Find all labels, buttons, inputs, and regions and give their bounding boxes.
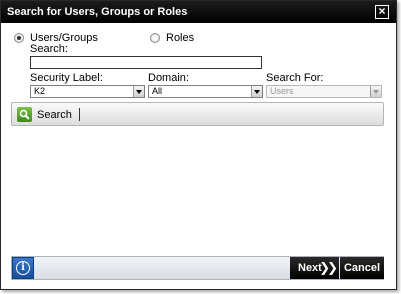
search-dialog: Search for Users, Groups or Roles × User… — [0, 0, 397, 290]
info-button[interactable]: i — [12, 257, 34, 279]
security-label-label: Security Label: — [30, 72, 103, 84]
security-label-value: K2 — [34, 86, 46, 96]
radio-roles-label: Roles — [166, 32, 195, 44]
radio-roles-circle[interactable] — [150, 33, 160, 43]
dialog-footer: i Next ❯❯ Cancel — [11, 256, 384, 280]
chevron-down-icon[interactable] — [133, 86, 144, 97]
cancel-button[interactable]: Cancel — [340, 257, 384, 279]
chevron-down-icon[interactable] — [251, 86, 262, 97]
info-icon: i — [16, 261, 30, 275]
dialog-title: Search for Users, Groups or Roles — [7, 6, 188, 18]
search-button[interactable]: Search — [37, 109, 72, 121]
magnifier-icon[interactable] — [17, 107, 32, 122]
security-label-select[interactable]: K2 — [30, 85, 145, 98]
search-input[interactable] — [30, 56, 262, 69]
search-toolbar: Search — [11, 102, 384, 126]
radio-roles[interactable]: Roles — [150, 31, 194, 45]
double-chevron-right-icon: ❯❯ — [319, 260, 338, 275]
toolbar-separator — [79, 108, 80, 121]
next-button[interactable]: Next ❯❯ — [290, 257, 339, 279]
dialog-titlebar: Search for Users, Groups or Roles × — [1, 1, 396, 23]
search-label: Search: — [30, 43, 68, 55]
domain-label: Domain: — [148, 72, 189, 84]
chevron-down-icon — [370, 86, 381, 97]
search-for-value: Users — [270, 86, 294, 96]
search-for-select: Users — [266, 85, 382, 98]
domain-select[interactable]: All — [148, 85, 263, 98]
radio-users-groups-circle[interactable] — [14, 33, 24, 43]
search-for-label: Search For: — [266, 72, 324, 84]
domain-value: All — [152, 86, 163, 96]
close-icon[interactable]: × — [375, 5, 389, 19]
